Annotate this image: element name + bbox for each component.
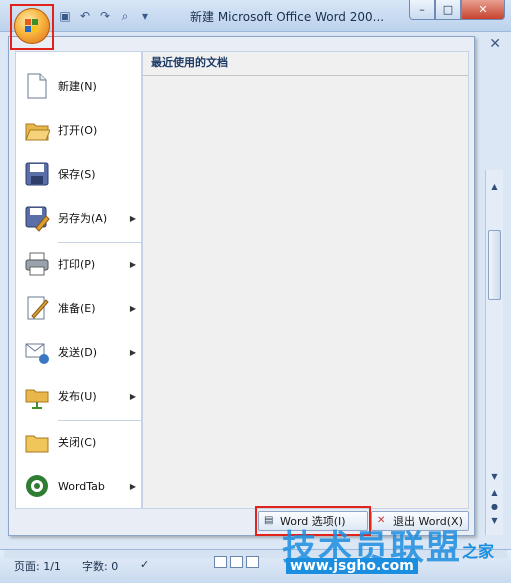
recent-documents-panel: 最近使用的文档 bbox=[142, 51, 469, 509]
menu-divider bbox=[58, 420, 142, 421]
menu-item-label: 保存(S) bbox=[58, 168, 96, 181]
window-controls: – □ ✕ bbox=[409, 0, 505, 20]
web-layout-icon[interactable] bbox=[246, 556, 259, 568]
scroll-up-icon[interactable]: ▲ bbox=[486, 180, 503, 194]
menu-item-print[interactable]: 打印(P) ▶ bbox=[16, 244, 142, 284]
recent-documents-header: 最近使用的文档 bbox=[143, 52, 468, 76]
menu-item-label: 打开(O) bbox=[58, 124, 98, 137]
new-document-icon bbox=[27, 73, 47, 99]
menu-item-publish[interactable]: 发布(U) ▶ bbox=[16, 376, 142, 416]
minimize-button[interactable]: – bbox=[409, 0, 435, 20]
customize-icon[interactable]: ▾ bbox=[138, 9, 152, 23]
menu-item-wordtab[interactable]: WordTab ▶ bbox=[16, 466, 142, 506]
scroll-down-icon[interactable]: ▼ bbox=[486, 470, 503, 484]
office-button-highlight bbox=[10, 4, 54, 50]
print-preview-icon[interactable]: ⌕ bbox=[118, 9, 132, 23]
menu-item-prepare[interactable]: 准备(E) ▶ bbox=[16, 288, 142, 328]
menu-item-save-as[interactable]: 另存为(A) ▶ bbox=[16, 198, 142, 238]
prepare-icon bbox=[27, 296, 49, 320]
menu-item-label: 新建(N) bbox=[58, 80, 97, 93]
close-window-button[interactable]: ✕ bbox=[461, 0, 505, 20]
full-screen-reading-icon[interactable] bbox=[230, 556, 243, 568]
open-folder-icon bbox=[25, 123, 50, 141]
submenu-arrow-icon: ▶ bbox=[129, 303, 136, 313]
word-count[interactable]: 字数: 0 bbox=[82, 558, 118, 574]
site-watermark-url: www.jsgho.com bbox=[286, 558, 418, 574]
menu-item-label: WordTab bbox=[58, 479, 105, 493]
office-button[interactable] bbox=[10, 4, 54, 50]
scroll-thumb[interactable] bbox=[488, 230, 501, 300]
proofing-icon[interactable]: ✓ bbox=[140, 558, 149, 571]
menu-item-label: 另存为(A) bbox=[58, 212, 108, 225]
menu-item-label: 发布(U) bbox=[58, 390, 97, 403]
submenu-arrow-icon: ▶ bbox=[129, 481, 136, 491]
maximize-button[interactable]: □ bbox=[435, 0, 461, 20]
menu-item-send[interactable]: 发送(D) ▶ bbox=[16, 332, 142, 372]
menu-item-open[interactable]: 打开(O) bbox=[16, 110, 142, 150]
vertical-scrollbar[interactable]: ▲ ▼ ▲ ● ▼ bbox=[485, 170, 503, 535]
menu-item-save[interactable]: 保存(S) bbox=[16, 154, 142, 194]
print-layout-icon[interactable] bbox=[214, 556, 227, 568]
office-menu: 新建(N) 打开(O) 保存(S) 另存为(A) ▶ 打印(P) ▶ 准备(E)… bbox=[8, 36, 475, 536]
redo-icon[interactable]: ↷ bbox=[98, 9, 112, 23]
send-icon bbox=[25, 343, 49, 364]
menu-item-label: 关闭(C) bbox=[58, 436, 97, 449]
submenu-arrow-icon: ▶ bbox=[129, 213, 136, 223]
menu-item-label: 准备(E) bbox=[58, 302, 96, 315]
select-browse-object-icon[interactable]: ● bbox=[486, 502, 503, 511]
document-close-button[interactable]: ✕ bbox=[489, 36, 501, 52]
submenu-arrow-icon: ▶ bbox=[129, 391, 136, 401]
site-watermark-suffix: 之家 bbox=[462, 542, 495, 561]
menu-item-label: 打印(P) bbox=[58, 258, 96, 271]
submenu-arrow-icon: ▶ bbox=[129, 347, 136, 357]
next-page-icon[interactable]: ▼ bbox=[486, 516, 503, 525]
save-as-icon bbox=[25, 206, 50, 232]
printer-icon bbox=[25, 252, 49, 276]
submenu-arrow-icon: ▶ bbox=[129, 259, 136, 269]
undo-icon[interactable]: ↶ bbox=[78, 9, 92, 23]
save-disk-icon bbox=[25, 162, 49, 186]
menu-item-close[interactable]: 关闭(C) bbox=[16, 422, 142, 462]
window-title: 新建 Microsoft Office Word 200... bbox=[190, 10, 385, 24]
previous-page-icon[interactable]: ▲ bbox=[486, 488, 503, 497]
title-bar: ▣ ↶ ↷ ⌕ ▾ 新建 Microsoft Office Word 200..… bbox=[0, 0, 511, 32]
quick-access-toolbar: ▣ ↶ ↷ ⌕ ▾ bbox=[58, 8, 152, 24]
menu-item-new[interactable]: 新建(N) bbox=[16, 66, 142, 106]
menu-divider bbox=[58, 242, 142, 243]
wordtab-icon bbox=[26, 475, 48, 497]
page-count[interactable]: 页面: 1/1 bbox=[14, 558, 61, 574]
close-folder-icon bbox=[25, 435, 49, 453]
save-icon[interactable]: ▣ bbox=[58, 9, 72, 23]
menu-item-label: 发送(D) bbox=[58, 346, 98, 359]
publish-icon bbox=[25, 389, 49, 409]
office-menu-commands: 新建(N) 打开(O) 保存(S) 另存为(A) ▶ 打印(P) ▶ 准备(E)… bbox=[15, 51, 142, 509]
